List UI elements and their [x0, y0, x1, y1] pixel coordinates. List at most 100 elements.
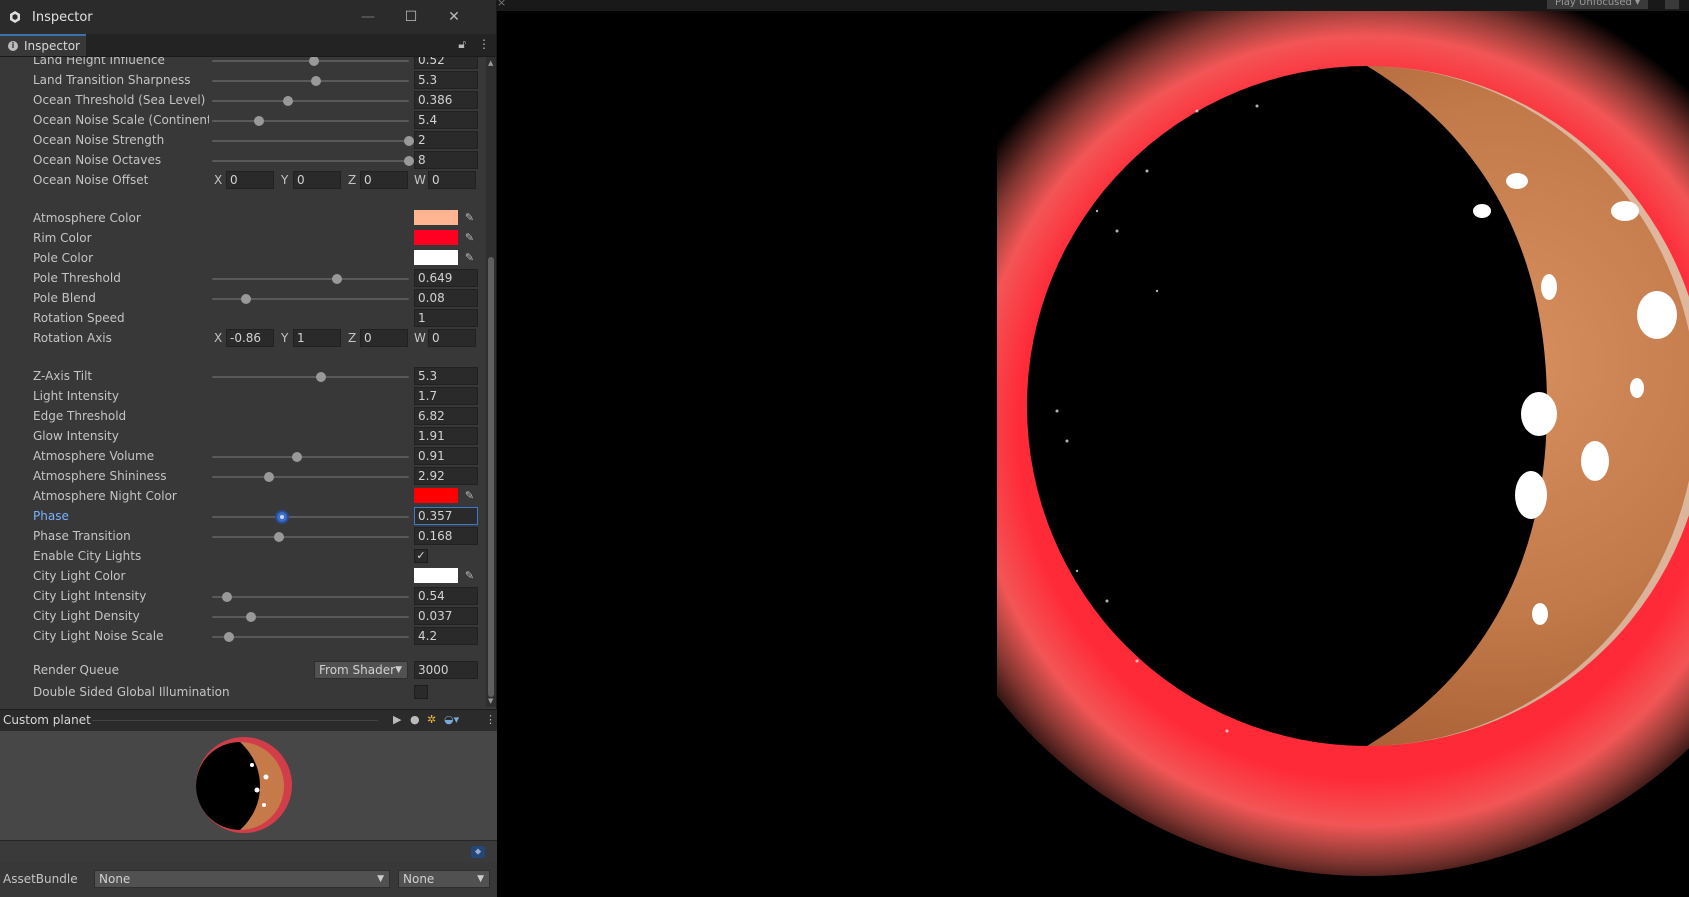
slider-thumb[interactable] — [246, 612, 257, 622]
tag-icon[interactable]: ⬥ — [471, 846, 485, 858]
material-preview[interactable] — [0, 731, 497, 840]
slider-thumb[interactable] — [241, 294, 252, 304]
render-queue-dropdown[interactable]: From Shader ▼ — [314, 661, 408, 679]
slider-thumb[interactable] — [277, 512, 288, 522]
color-swatch[interactable] — [414, 488, 458, 503]
close-icon[interactable]: × — [497, 0, 506, 9]
sphere-icon[interactable]: ● — [410, 713, 420, 726]
slider[interactable] — [212, 156, 414, 166]
slider-thumb[interactable] — [309, 57, 320, 66]
slider[interactable] — [212, 294, 409, 304]
checkbox[interactable] — [414, 685, 428, 699]
slider[interactable] — [212, 632, 409, 642]
number-field[interactable]: 1.91 — [414, 427, 478, 445]
eyedropper-icon[interactable]: ✎ — [462, 210, 477, 225]
scroll-down-icon[interactable]: ▼ — [488, 697, 493, 705]
play-mode-dropdown[interactable]: Play Unfocused ▾ — [1547, 0, 1649, 9]
number-field[interactable]: 2 — [414, 131, 478, 149]
slider-thumb[interactable] — [291, 452, 302, 462]
color-swatch[interactable] — [414, 230, 458, 245]
slider-thumb[interactable] — [404, 156, 414, 166]
asset-bundle-variant-dropdown[interactable]: None ▼ — [398, 870, 490, 888]
number-field[interactable]: 8 — [414, 151, 478, 169]
slider[interactable] — [212, 96, 409, 106]
slider[interactable] — [212, 472, 409, 482]
slider[interactable] — [212, 274, 409, 284]
slider[interactable] — [212, 532, 409, 542]
number-field[interactable]: 3000 — [414, 661, 478, 679]
slider-thumb[interactable] — [273, 532, 284, 542]
window-titlebar[interactable]: Inspector — ☐ ✕ — [0, 0, 496, 34]
preview-mesh-icon[interactable]: ◒▾ — [444, 713, 459, 726]
z-field[interactable]: 0 — [360, 171, 408, 189]
number-field[interactable]: 0.91 — [414, 447, 478, 465]
number-field[interactable]: 5.4 — [414, 111, 478, 129]
eyedropper-icon[interactable]: ✎ — [462, 568, 477, 583]
slider-thumb[interactable] — [223, 632, 234, 642]
number-field[interactable]: 5.3 — [414, 367, 478, 385]
number-field[interactable]: 0.52 — [414, 57, 478, 69]
eyedropper-icon[interactable]: ✎ — [462, 488, 477, 503]
slider-thumb[interactable] — [311, 76, 322, 86]
slider-thumb[interactable] — [332, 274, 343, 284]
y-field[interactable]: 1 — [293, 329, 341, 347]
slider[interactable] — [212, 136, 414, 146]
slider-thumb[interactable] — [254, 116, 265, 126]
slider[interactable] — [212, 512, 409, 522]
bug-icon[interactable] — [1665, 0, 1679, 9]
slider[interactable] — [212, 372, 409, 382]
play-icon[interactable]: ▶ — [393, 713, 401, 726]
prop-glow-intensity: Glow Intensity 1.91 — [0, 427, 486, 447]
slider[interactable] — [212, 612, 409, 622]
color-swatch[interactable] — [414, 250, 458, 265]
drag-handle[interactable] — [92, 720, 378, 721]
slider-thumb[interactable] — [316, 372, 327, 382]
number-field[interactable]: 4.2 — [414, 627, 478, 645]
number-field[interactable]: 0.037 — [414, 607, 478, 625]
x-field[interactable]: 0 — [226, 171, 274, 189]
number-field[interactable]: 0.649 — [414, 269, 478, 287]
y-field[interactable]: 0 — [293, 171, 341, 189]
slider-thumb[interactable] — [404, 136, 414, 146]
scrollbar[interactable]: ▲ ▼ — [486, 57, 496, 707]
z-field[interactable]: 0 — [360, 329, 408, 347]
slider[interactable] — [212, 76, 409, 86]
slider-thumb[interactable] — [221, 592, 232, 602]
more-options-icon[interactable]: ⋮ — [485, 713, 496, 726]
slider[interactable] — [212, 116, 409, 126]
number-field[interactable]: 0.168 — [414, 527, 478, 545]
tab-inspector[interactable]: i Inspector — [0, 34, 86, 56]
number-field[interactable]: 1.7 — [414, 387, 478, 405]
color-swatch[interactable] — [414, 568, 458, 583]
number-field[interactable]: 2.92 — [414, 467, 478, 485]
slider[interactable] — [212, 452, 409, 462]
number-field[interactable]: 0.357 — [414, 507, 478, 525]
scroll-up-icon[interactable]: ▲ — [488, 59, 493, 67]
maximize-button[interactable]: ☐ — [400, 6, 422, 28]
lights-icon[interactable]: ✲ — [427, 713, 436, 726]
close-button[interactable]: ✕ — [443, 6, 465, 28]
minimize-button[interactable]: — — [357, 6, 379, 28]
number-field[interactable]: 1 — [414, 309, 478, 327]
x-field[interactable]: -0.86 — [226, 329, 274, 347]
checkbox[interactable]: ✓ — [414, 549, 428, 563]
number-field[interactable]: 0.54 — [414, 587, 478, 605]
slider-thumb[interactable] — [283, 96, 294, 106]
color-swatch[interactable] — [414, 210, 458, 225]
lock-icon[interactable]: 🔓︎ — [458, 37, 466, 52]
scrollbar-thumb[interactable] — [488, 257, 494, 697]
slider[interactable] — [212, 592, 409, 602]
slider-thumb[interactable] — [264, 472, 275, 482]
slider[interactable] — [212, 57, 409, 66]
eyedropper-icon[interactable]: ✎ — [462, 230, 477, 245]
number-field[interactable]: 5.3 — [414, 71, 478, 89]
eyedropper-icon[interactable]: ✎ — [462, 250, 477, 265]
number-field[interactable]: 6.82 — [414, 407, 478, 425]
w-field[interactable]: 0 — [428, 329, 476, 347]
w-field[interactable]: 0 — [428, 171, 476, 189]
asset-bundle-name-dropdown[interactable]: None ▼ — [94, 870, 390, 888]
prop-atmosphere-night-color: Atmosphere Night Color ✎ — [0, 487, 486, 507]
number-field[interactable]: 0.08 — [414, 289, 478, 307]
number-field[interactable]: 0.386 — [414, 91, 478, 109]
more-options-icon[interactable]: ⋮ — [478, 37, 490, 52]
